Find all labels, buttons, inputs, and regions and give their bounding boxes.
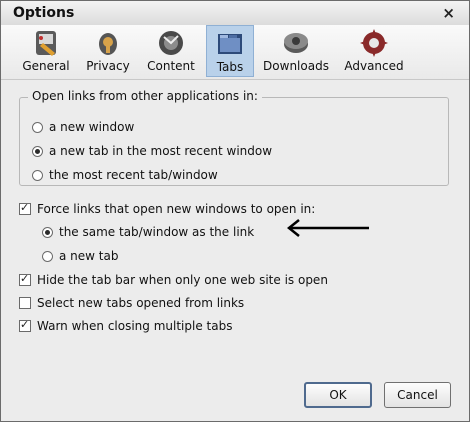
tab-general-label: General [22, 59, 70, 73]
tab-content[interactable]: Content [141, 25, 201, 77]
tab-advanced-label: Advanced [344, 59, 404, 73]
checkbox[interactable] [19, 272, 31, 286]
checkbox-label: Hide the tab bar when only one web site … [37, 273, 328, 287]
radio-new-tab-recent-window[interactable]: a new tab in the most recent window [32, 144, 272, 158]
radio-label: a new tab [59, 249, 119, 263]
radio-button[interactable] [32, 146, 43, 157]
tab-tabs[interactable]: Tabs [206, 25, 254, 77]
radio-force-new-tab[interactable]: a new tab [42, 249, 118, 263]
radio-label: a new tab in the most recent window [49, 144, 273, 158]
select-new-tabs-checkbox[interactable]: Select new tabs opened from links [19, 296, 244, 310]
open-links-legend: Open links from other applications in: [28, 89, 262, 103]
tab-tabs-label: Tabs [216, 60, 244, 74]
tab-downloads-label: Downloads [263, 59, 329, 73]
tab-downloads[interactable]: Downloads [260, 25, 332, 77]
checkbox-label: Warn when closing multiple tabs [37, 319, 233, 333]
tab-content-label: Content [147, 59, 195, 73]
open-links-group: Open links from other applications in: a… [19, 89, 449, 186]
options-toolbar: General Privacy Content Tabs Downloads A… [1, 25, 469, 80]
radio-new-window[interactable]: a new window [32, 120, 134, 134]
radio-label: the most recent tab/window [49, 168, 218, 182]
radio-recent-tab-window[interactable]: the most recent tab/window [32, 168, 218, 182]
options-dialog: Options × General Privacy Content Tabs D… [0, 0, 470, 422]
content-icon [159, 31, 183, 55]
general-icon [36, 31, 56, 56]
close-icon[interactable]: × [442, 4, 455, 22]
cancel-button[interactable]: Cancel [384, 382, 451, 408]
tab-privacy[interactable]: Privacy [81, 25, 135, 77]
privacy-icon [99, 33, 117, 55]
checkbox-label: Select new tabs opened from links [37, 296, 245, 310]
warn-closing-tabs-checkbox[interactable]: Warn when closing multiple tabs [19, 318, 233, 333]
radio-label: a new window [49, 120, 135, 134]
downloads-icon [284, 33, 308, 53]
checkbox[interactable] [19, 297, 31, 309]
annotation-arrow-icon [286, 219, 369, 237]
force-links-checkbox[interactable]: Force links that open new windows to ope… [19, 201, 316, 216]
tab-privacy-label: Privacy [86, 59, 130, 73]
tab-general[interactable]: General [17, 25, 75, 77]
radio-button[interactable] [42, 227, 53, 238]
radio-button[interactable] [42, 251, 53, 262]
title-bar: Options × [1, 1, 469, 25]
tabs-icon [218, 34, 242, 54]
tabs-panel: Open links from other applications in: a… [7, 81, 463, 415]
checkbox-label: Force links that open new windows to ope… [37, 202, 316, 216]
checkbox[interactable] [19, 201, 31, 215]
radio-same-tab-window[interactable]: the same tab/window as the link [42, 225, 254, 239]
radio-label: the same tab/window as the link [59, 225, 255, 239]
tab-advanced[interactable]: Advanced [340, 25, 408, 77]
checkbox[interactable] [19, 318, 31, 332]
radio-button[interactable] [32, 170, 43, 181]
hide-tab-bar-checkbox[interactable]: Hide the tab bar when only one web site … [19, 272, 328, 287]
advanced-icon [360, 29, 388, 57]
radio-button[interactable] [32, 122, 43, 133]
window-title: Options [13, 5, 75, 21]
ok-button[interactable]: OK [304, 382, 372, 408]
